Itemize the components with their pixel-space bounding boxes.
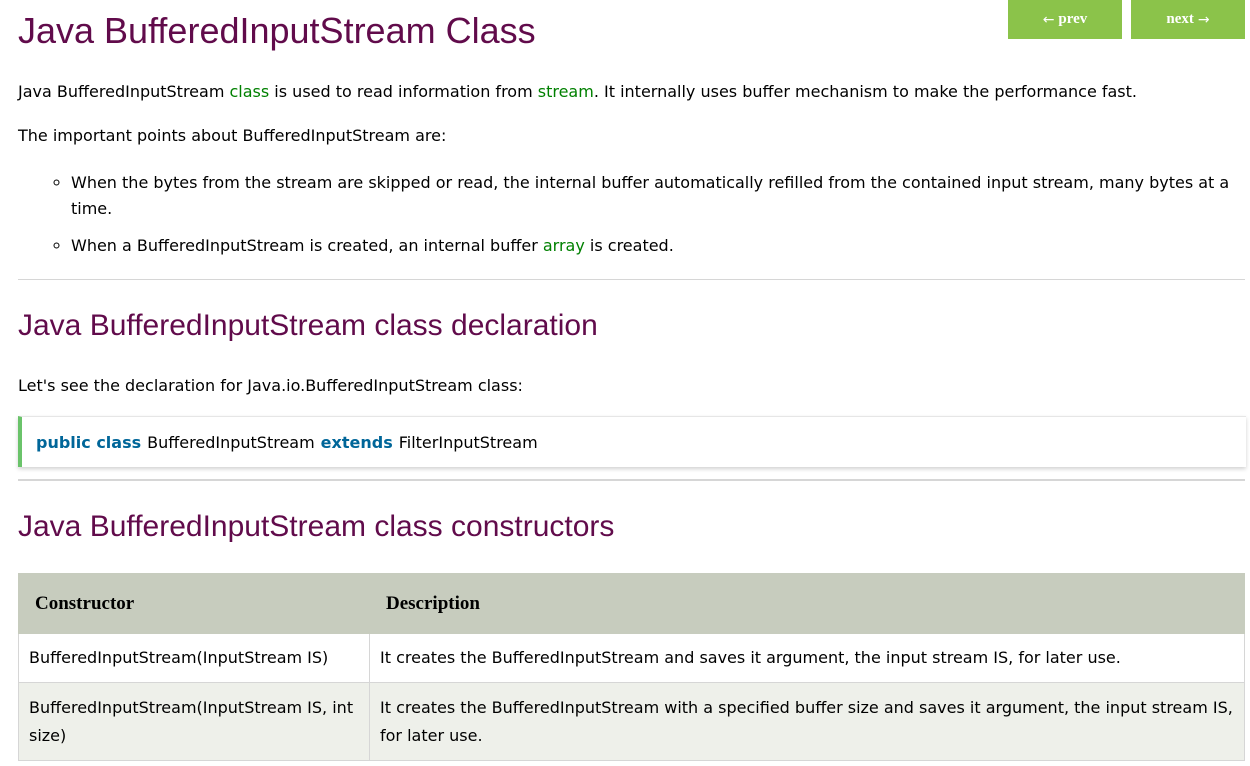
next-label: next [1166,11,1194,27]
constructor-cell: BufferedInputStream(InputStream IS) [18,633,370,683]
description-cell: It creates the BufferedInputStream and s… [369,633,1245,683]
list-item: When the bytes from the stream are skipp… [71,170,1241,222]
code-class-name: BufferedInputStream [147,432,315,452]
right-arrow-icon: → [1197,11,1210,28]
points-heading: The important points about BufferedInput… [18,126,447,145]
column-header-constructor: Constructor [18,573,370,634]
stream-link[interactable]: stream [538,82,594,101]
left-arrow-icon: ← [1042,11,1055,28]
table-row: BufferedInputStream(InputStream IS, int … [18,682,1245,761]
column-header-description: Description [369,573,1245,634]
table-row: BufferedInputStream(InputStream IS) It c… [18,633,1245,683]
constructors-heading: Java BufferedInputStream class construct… [18,510,615,543]
list-item: When a BufferedInputStream is created, a… [71,233,1241,259]
constructor-cell: BufferedInputStream(InputStream IS, int … [18,682,370,761]
pagination-nav: ← prev next → [1008,0,1245,39]
prev-button[interactable]: ← prev [1008,0,1122,39]
code-keyword: extends [320,432,393,452]
intro-text-2: is used to read information from [269,82,538,101]
page-title: Java BufferedInputStream Class [18,10,536,51]
point-text-2: is created. [584,236,674,255]
divider [18,479,1245,481]
intro-text-1: Java BufferedInputStream [18,82,230,101]
code-parent-class: FilterInputStream [398,432,538,452]
constructors-table: Constructor Description BufferedInputStr… [18,573,1245,761]
points-list: When the bytes from the stream are skipp… [18,170,1241,270]
intro-text-3: . It internally uses buffer mechanism to… [593,82,1137,101]
intro-paragraph: Java BufferedInputStream class is used t… [18,79,1137,105]
code-block: public class BufferedInputStream extends… [18,416,1246,467]
array-link[interactable]: array [543,236,585,255]
code-keyword: public class [36,432,142,452]
class-link[interactable]: class [230,82,270,101]
prev-label: prev [1058,11,1088,27]
point-text-1: When a BufferedInputStream is created, a… [71,236,543,255]
next-button[interactable]: next → [1131,0,1245,39]
divider [18,279,1245,280]
description-cell: It creates the BufferedInputStream with … [369,682,1245,761]
declaration-heading: Java BufferedInputStream class declarati… [18,309,598,342]
declaration-text: Let's see the declaration for Java.io.Bu… [18,376,523,395]
table-header-row: Constructor Description [18,573,1245,634]
